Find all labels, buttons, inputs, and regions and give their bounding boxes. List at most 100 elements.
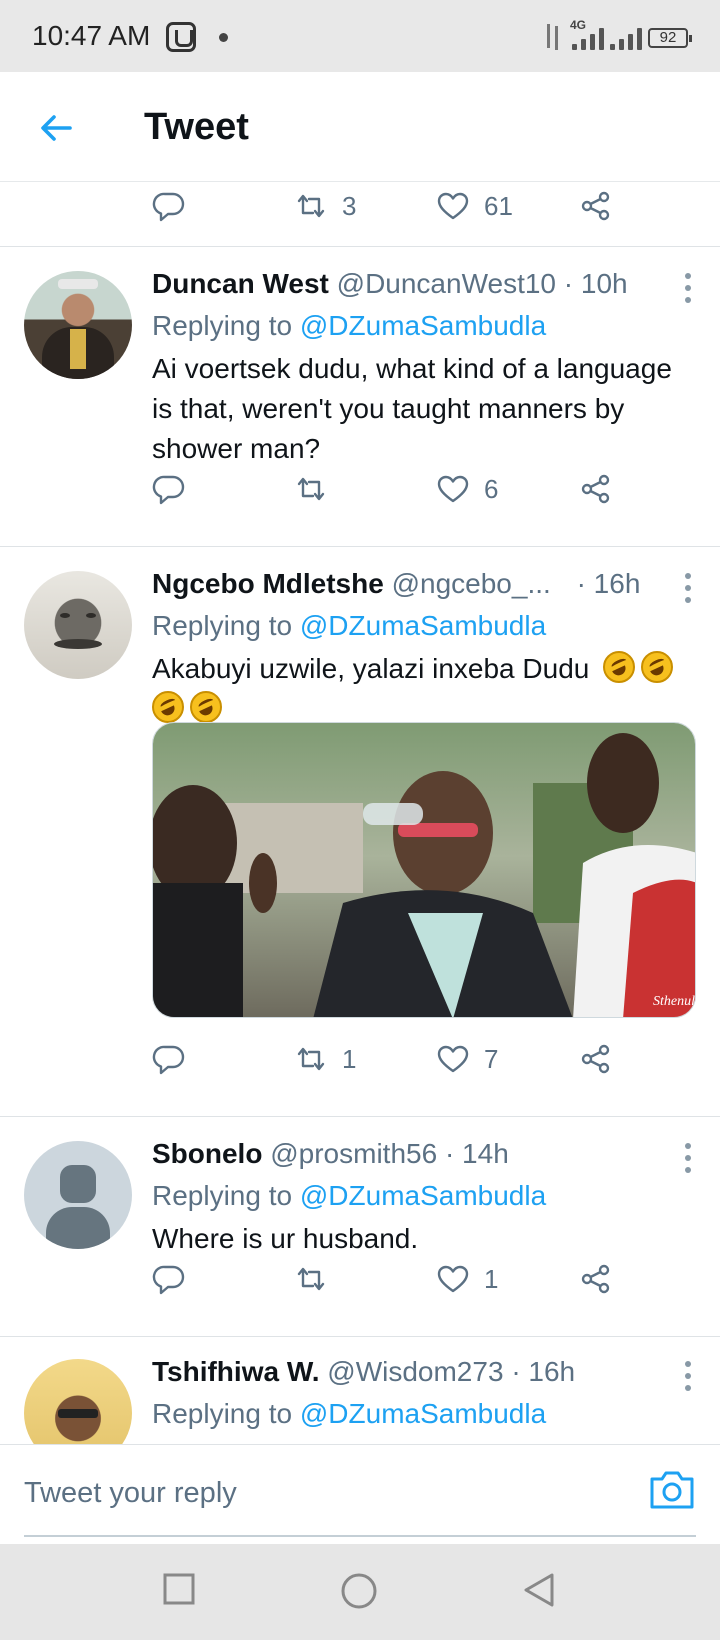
like-button[interactable]: 61 [436, 184, 513, 228]
replying-prefix: Replying to [152, 1398, 293, 1429]
replying-prefix: Replying to [152, 1180, 293, 1211]
user-name[interactable]: Ngcebo Mdletshe [152, 568, 384, 599]
original-tweet-actions: 3 61 [0, 182, 720, 247]
tweet-content: Ngcebo Mdletshe @ngcebo_... · 16h Replyi… [152, 563, 696, 729]
default-avatar-icon[interactable] [24, 1141, 132, 1249]
mention-link[interactable]: @DZumaSambudla [300, 1180, 546, 1211]
like-count: 7 [484, 1043, 499, 1074]
user-handle[interactable]: @ngcebo_... [392, 568, 551, 599]
user-name[interactable]: Duncan West [152, 268, 329, 299]
signal-icon [606, 22, 650, 50]
heart-icon [437, 475, 469, 503]
reply-input[interactable] [24, 1467, 584, 1519]
heart-icon [437, 1265, 469, 1293]
tweet-text-block: Akabuyi uzwile, yalazi inxeba Dudu [152, 649, 696, 729]
action-bar: 6 [152, 467, 660, 511]
user-name[interactable]: Tshifhiwa W. [152, 1356, 319, 1387]
retweet-count: 3 [342, 190, 357, 221]
share-icon [581, 1264, 610, 1294]
data-arrows-icon [544, 24, 562, 50]
replying-prefix: Replying to [152, 610, 293, 641]
share-button[interactable] [578, 1037, 612, 1081]
tweet-list[interactable]: 3 61 Duncan West @DuncanWest10 · 10h Rep… [0, 182, 720, 1444]
recents-square-icon[interactable] [162, 1572, 196, 1606]
status-bar: 10:47 AM 4G 92 [0, 0, 720, 72]
mention-link[interactable]: @DZumaSambudla [300, 310, 546, 341]
reply-button[interactable] [152, 467, 186, 511]
reply-button[interactable] [152, 184, 186, 228]
replying-to: Replying to @DZumaSambudla [152, 305, 696, 347]
user-handle[interactable]: @prosmith56 [270, 1138, 437, 1169]
retweet-button[interactable] [294, 467, 342, 511]
tweet-content: Sbonelo @prosmith56 · 14h Replying to @D… [152, 1133, 696, 1259]
tweet-time: · 10h [563, 268, 628, 299]
laughing-emoji-icon [190, 691, 222, 723]
back-arrow-icon[interactable] [36, 108, 76, 148]
retweet-button[interactable] [294, 1257, 342, 1301]
mention-link[interactable]: @DZumaSambudla [300, 610, 546, 641]
avatar[interactable] [24, 1359, 132, 1444]
heart-icon [437, 1045, 469, 1073]
laughing-emoji-icon [152, 691, 184, 723]
tweet-media-image[interactable]: Sthenule [152, 722, 696, 1018]
more-options-icon[interactable] [684, 1361, 692, 1391]
share-button[interactable] [578, 467, 612, 511]
like-button[interactable]: 1 [436, 1257, 498, 1301]
reply-underline [24, 1535, 696, 1537]
like-count: 61 [484, 190, 513, 221]
retweet-icon [297, 1267, 325, 1291]
replying-to: Replying to @DZumaSambudla [152, 1175, 696, 1217]
share-icon [581, 191, 610, 221]
status-time: 10:47 AM [32, 20, 151, 51]
media-watermark: Sthenule [653, 994, 696, 1009]
camera-icon[interactable] [648, 1467, 696, 1511]
tweet-header: Duncan West @DuncanWest10 · 10h [152, 263, 696, 305]
share-button[interactable] [578, 184, 612, 228]
more-options-icon[interactable] [684, 273, 692, 303]
retweet-button[interactable]: 3 [294, 184, 356, 228]
retweet-count: 1 [342, 1043, 357, 1074]
tweet-header: Tshifhiwa W. @Wisdom273 · 16h [152, 1351, 696, 1393]
user-handle[interactable]: @Wisdom273 [327, 1356, 503, 1387]
tweet-card[interactable]: Duncan West @DuncanWest10 · 10h Replying… [0, 247, 720, 547]
share-button[interactable] [578, 1257, 612, 1301]
action-bar: 1 [152, 1257, 660, 1301]
tweet-card[interactable]: Sbonelo @prosmith56 · 14h Replying to @D… [0, 1117, 720, 1337]
avatar[interactable] [24, 571, 132, 679]
back-triangle-icon[interactable] [522, 1572, 556, 1608]
tweet-text: Ai voertsek dudu, what kind of a languag… [152, 353, 672, 464]
tweet-time: · 16h [511, 1356, 576, 1387]
tweet-text: Akabuyi uzwile, yalazi inxeba Dudu [152, 653, 590, 684]
retweet-icon [297, 1047, 325, 1071]
more-options-icon[interactable] [684, 1143, 692, 1173]
avatar[interactable] [24, 271, 132, 379]
laughing-emoji-icon [641, 651, 674, 683]
tweet-time: · 14h [444, 1138, 509, 1169]
user-handle[interactable]: @DuncanWest10 [337, 268, 556, 299]
action-bar: 3 61 [152, 184, 660, 228]
user-name[interactable]: Sbonelo [152, 1138, 262, 1169]
laughing-emoji-icon [603, 651, 636, 683]
home-circle-icon[interactable] [340, 1572, 378, 1610]
reply-button[interactable] [152, 1037, 186, 1081]
replying-to: Replying to @DZumaSambudla [152, 1393, 696, 1435]
retweet-icon [297, 194, 325, 218]
reply-button[interactable] [152, 1257, 186, 1301]
tweet-card[interactable]: Tshifhiwa W. @Wisdom273 · 16h Replying t… [0, 1337, 720, 1444]
mention-link[interactable]: @DZumaSambudla [300, 1398, 546, 1429]
retweet-icon [297, 477, 325, 501]
more-options-icon[interactable] [684, 573, 692, 603]
reply-composer [0, 1444, 720, 1544]
dot-icon [219, 33, 228, 42]
action-bar: 1 7 [152, 1037, 660, 1081]
retweet-button[interactable]: 1 [294, 1037, 356, 1081]
tweet-card[interactable]: Ngcebo Mdletshe @ngcebo_... · 16h Replyi… [0, 547, 720, 1117]
tweet-header: Ngcebo Mdletshe @ngcebo_... · 16h [152, 563, 696, 605]
battery-icon: 92 [648, 28, 692, 48]
replying-prefix: Replying to [152, 310, 293, 341]
like-button[interactable]: 6 [436, 467, 498, 511]
like-button[interactable]: 7 [436, 1037, 498, 1081]
app-notification-icon [166, 22, 196, 52]
app-header: Tweet [0, 72, 720, 182]
heart-icon [437, 192, 469, 220]
